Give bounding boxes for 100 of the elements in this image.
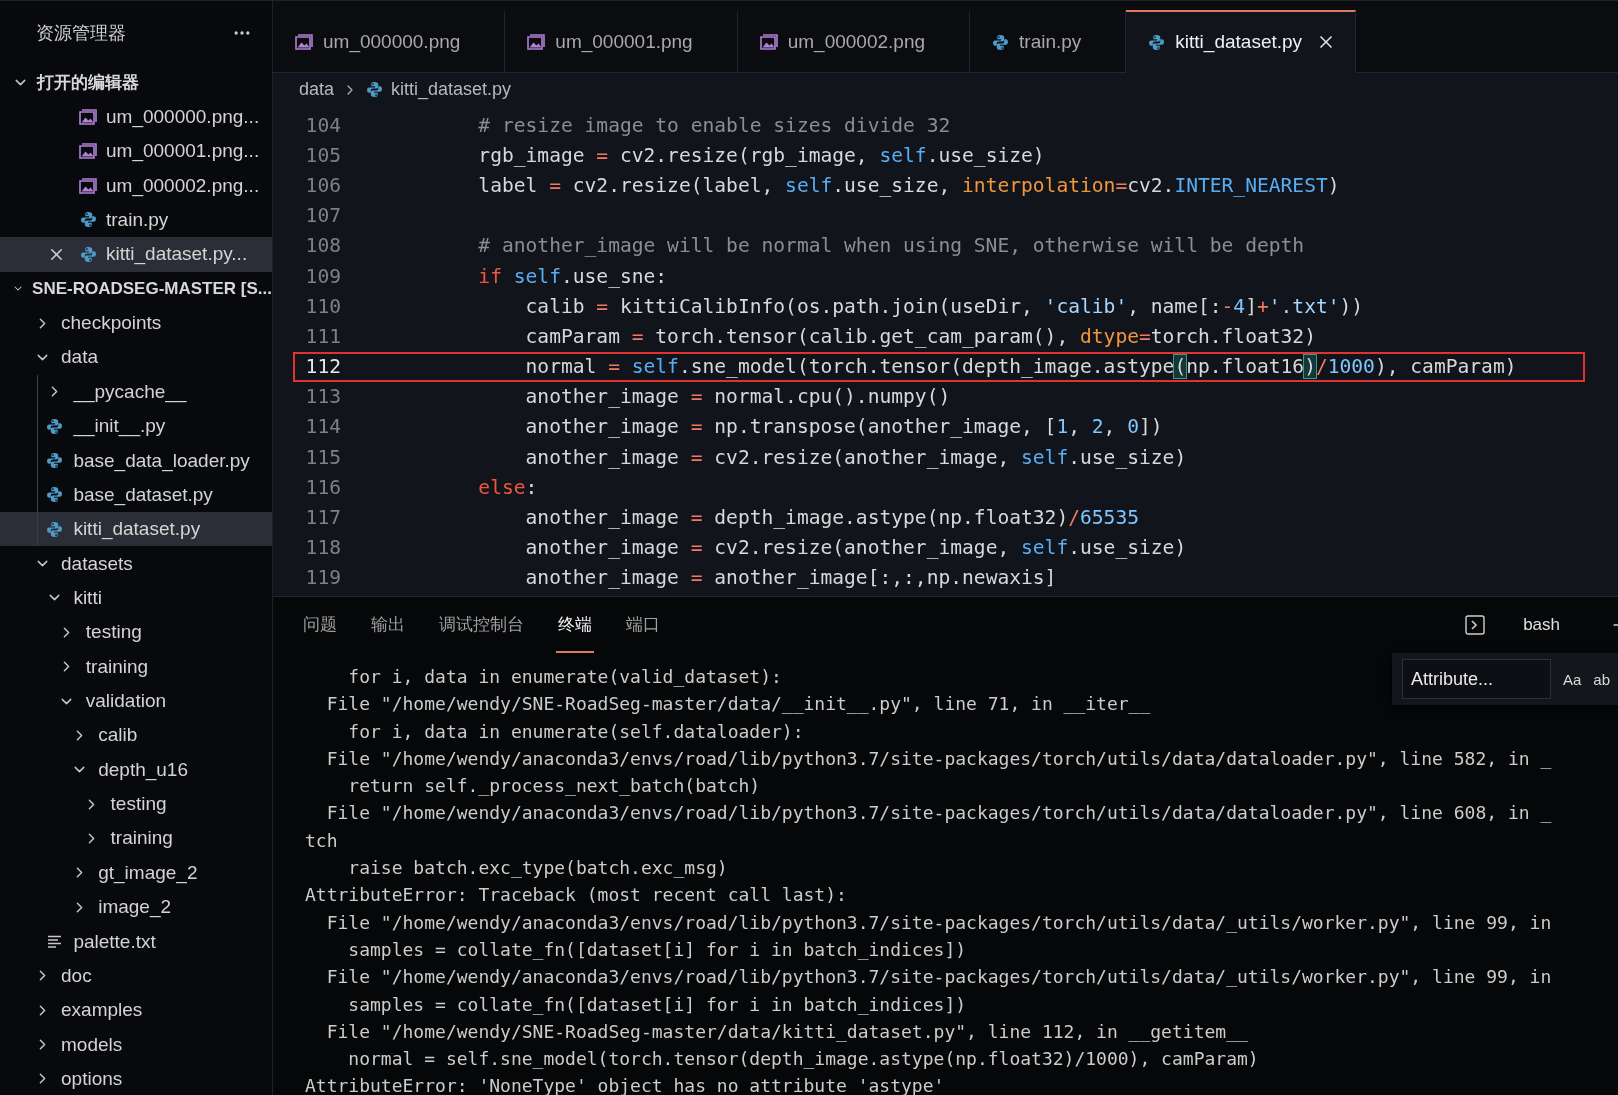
folder-item[interactable]: datasets	[0, 546, 272, 581]
folder-item[interactable]: testing	[0, 786, 272, 822]
folder-item[interactable]: __pycache__	[0, 374, 272, 409]
line-number: 116	[304, 475, 341, 499]
image-icon	[79, 177, 97, 194]
line-number: 115	[304, 445, 341, 469]
code-line: another_image = normal.cpu().numpy()	[524, 385, 951, 409]
code-line: camParam = torch.tensor(calib.get_cam_param(), dtype=torch.float32)	[524, 324, 1316, 348]
folder-item[interactable]: training	[0, 821, 272, 856]
folder-item[interactable]: calib	[0, 718, 272, 753]
python-icon	[79, 211, 97, 229]
folder-item[interactable]: checkpoints	[0, 305, 272, 341]
python-icon	[79, 245, 97, 263]
file-item[interactable]: base_data_loader.py	[0, 443, 272, 478]
editor-tab[interactable]: um_000000.png	[273, 10, 506, 73]
line-number: 107	[304, 204, 341, 228]
line-number: 108	[304, 234, 341, 258]
terminal-line: File "/home/wendy/anaconda3/envs/road/lib/python3.7/site-packages/torch/utils/data/_utils/worker.py", line 99, in	[325, 910, 1552, 935]
folder-item[interactable]: validation	[0, 683, 272, 719]
image-icon	[79, 108, 97, 125]
open-editor-item[interactable]: train.py	[0, 202, 272, 238]
find-option[interactable]: Aa	[1562, 670, 1582, 688]
folder-item[interactable]: data	[0, 340, 272, 375]
breadcrumb-item[interactable]: kitti_dataset.py	[391, 79, 512, 100]
text-file-icon	[46, 935, 62, 949]
line-number: 106	[304, 173, 341, 197]
python-icon	[1148, 33, 1166, 51]
open-editor-item[interactable]: um_000000.png...	[0, 99, 272, 135]
code-line: # another_image will be normal when using SNE, otherwise will be depth	[477, 234, 1305, 258]
find-option[interactable]: ab	[1593, 670, 1610, 688]
terminal-line: samples = collate_fn([dataset[i] for i in batch_indices])	[347, 992, 967, 1017]
terminal-line: for i, data in enumerate(self.dataloader):	[347, 719, 804, 744]
file-item[interactable]: kitti_dataset.py	[0, 512, 272, 547]
open-editor-item[interactable]: um_000001.png...	[0, 134, 272, 169]
file-item[interactable]: __init__.py	[0, 408, 272, 444]
terminal-line: return self._process_next_batch(batch)	[347, 774, 761, 799]
editor-tab[interactable]: um_000001.png	[505, 10, 738, 73]
line-number: 113	[304, 385, 341, 409]
folder-item[interactable]: depth_u16	[0, 752, 272, 787]
image-icon	[295, 34, 313, 50]
code-line: calib = kittiCalibInfo(os.path.join(useDir, 'calib', name[:-4]+'.txt'))	[524, 294, 1364, 318]
panel-tab[interactable]: 问题	[301, 597, 339, 653]
folder-item[interactable]: image_2	[0, 890, 272, 925]
line-number: 114	[304, 415, 341, 439]
editor-tab[interactable]: train.py	[970, 10, 1127, 73]
image-icon	[759, 34, 778, 50]
python-icon	[45, 486, 63, 504]
terminal-icon[interactable]	[1465, 615, 1486, 635]
code-line: label = cv2.resize(label, self.use_size, interpolation=cv2.INTER_NEAREST)	[477, 173, 1340, 197]
line-number: 109	[304, 264, 341, 288]
code-line: another_image = np.transpose(another_image, [1, 2, 0])	[524, 415, 1163, 439]
panel-tab[interactable]: 输出	[369, 597, 407, 653]
panel-tab[interactable]: 端口	[624, 597, 662, 653]
terminal-line: File "/home/wendy/SNE-RoadSeg-master/data/kitti_dataset.py", line 112, in __getitem__	[325, 1019, 1248, 1044]
code-line: normal = self.sne_model(torch.tensor(depth_image.astype(np.float16)/1000), camParam)	[524, 355, 1517, 379]
panel-tab[interactable]: 调试控制台	[437, 597, 526, 653]
terminal-line: File "/home/wendy/anaconda3/envs/road/lib/python3.7/site-packages/torch/utils/data/dataloader.py", line 608, in _	[325, 801, 1552, 826]
folder-item[interactable]: gt_image_2	[0, 855, 272, 890]
line-number: 117	[304, 506, 341, 530]
terminal-line: File "/home/wendy/anaconda3/envs/road/lib/python3.7/site-packages/torch/utils/data/_utils/worker.py", line 99, in	[325, 965, 1552, 990]
line-number: 112	[304, 355, 341, 379]
editor-tab[interactable]: um_000002.png	[737, 10, 971, 73]
section-header[interactable]: 打开的编辑器	[0, 65, 272, 100]
python-icon	[366, 81, 384, 98]
terminal-line: normal = self.sne_model(torch.tensor(depth_image.astype(np.float32)/1000), camParam)	[347, 1047, 1259, 1072]
folder-item[interactable]: examples	[0, 993, 272, 1028]
line-number: 105	[304, 143, 341, 167]
folder-item[interactable]: options	[0, 1061, 272, 1095]
code-line: # resize image to enable sizes divide 32	[477, 113, 951, 137]
open-editor-item[interactable]: kitti_dataset.py...	[0, 237, 272, 272]
line-number: 111	[304, 324, 341, 348]
python-icon	[45, 417, 63, 435]
code-line: else:	[477, 475, 538, 499]
file-item[interactable]: palette.txt	[0, 924, 272, 959]
terminal-line: raise batch.exc_type(batch.exc_msg)	[347, 856, 728, 881]
terminal-line: AttributeError: Traceback (most recent call last):	[305, 883, 847, 908]
editor-tab[interactable]: kitti_dataset.py	[1126, 10, 1357, 73]
folder-item[interactable]: testing	[0, 615, 272, 650]
line-number: 119	[304, 566, 341, 590]
terminal-line: tch	[305, 828, 338, 853]
folder-item[interactable]: doc	[0, 958, 272, 994]
code-line: if self.use_sne:	[477, 264, 668, 288]
code-line: rgb_image = cv2.resize(rgb_image, self.use_size)	[477, 143, 1045, 167]
image-icon	[527, 34, 546, 50]
shell-name[interactable]: bash	[1523, 615, 1560, 635]
section-header[interactable]: SNE-ROADSEG-MASTER [S...	[0, 271, 272, 306]
folder-item[interactable]: kitti	[0, 580, 272, 616]
image-icon	[79, 143, 97, 160]
find-field[interactable]: Attribute...	[1402, 659, 1551, 699]
terminal-line: for i, data in enumerate(valid_dataset):	[347, 665, 782, 689]
breadcrumb-item[interactable]: data	[299, 79, 335, 100]
open-editor-item[interactable]: um_000002.png...	[0, 168, 272, 203]
terminal-line: samples = collate_fn([dataset[i] for i in batch_indices])	[347, 937, 967, 962]
folder-item[interactable]: models	[0, 1027, 272, 1062]
folder-item[interactable]: training	[0, 649, 272, 684]
code-line: another_image = depth_image.astype(np.float32)/65535	[524, 506, 1139, 530]
panel-tab[interactable]: 终端	[556, 597, 594, 653]
code-line: another_image = cv2.resize(another_image, self.use_size)	[524, 445, 1187, 469]
python-icon	[992, 33, 1010, 51]
python-icon	[45, 520, 63, 538]
